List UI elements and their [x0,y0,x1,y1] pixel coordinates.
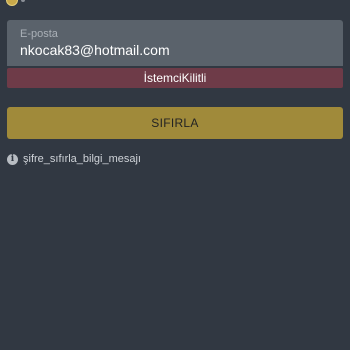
email-value[interactable]: nkocak83@hotmail.com [20,42,170,58]
info-text: şifre_sıfırla_bilgi_mesajı [23,153,141,165]
info-icon: i [7,153,18,165]
email-label: E-posta [20,28,58,40]
reset-button[interactable]: SIFIRLA [7,107,343,139]
error-message: İstemciKilitli [7,68,343,88]
email-field[interactable]: E-posta nkocak83@hotmail.com [7,20,343,66]
status-dot [21,0,25,2]
coin-icon [6,0,18,6]
info-message: i şifre_sıfırla_bilgi_mesajı [7,152,141,166]
